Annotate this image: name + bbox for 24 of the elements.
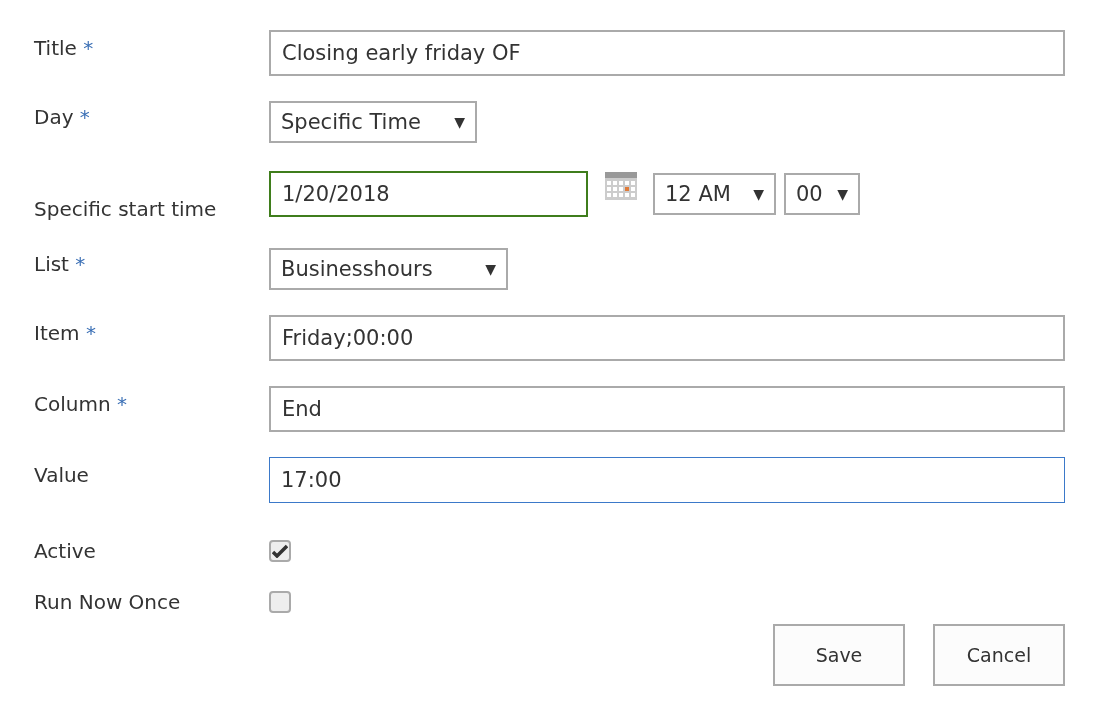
text-field[interactable]: 17:00 <box>269 457 1065 503</box>
dropdown[interactable]: Specific Time ▼ <box>269 101 477 143</box>
save-button[interactable]: Save <box>773 624 905 686</box>
minute-dropdown[interactable]: 00 ▼ <box>784 173 860 215</box>
field-label: Value <box>34 462 90 487</box>
field-label: Title * <box>34 35 95 60</box>
field-label: Run Now Once <box>34 590 182 614</box>
text-field[interactable]: End <box>269 386 1065 432</box>
hour-dropdown[interactable]: 12 AM ▼ <box>653 173 776 215</box>
checkbox[interactable] <box>269 540 291 562</box>
dropdown[interactable]: Businesshours ▼ <box>269 248 508 290</box>
calendar-icon[interactable] <box>604 171 638 201</box>
field-label: Specific start time <box>34 196 218 221</box>
date-field[interactable]: 1/20/2018 <box>269 171 588 217</box>
text-field[interactable]: Closing early friday OF <box>269 30 1065 76</box>
field-label: List * <box>34 251 87 276</box>
field-label: Active <box>34 539 97 563</box>
field-label: Day * <box>34 104 91 129</box>
field-label: Item * <box>34 320 97 345</box>
cancel-button[interactable]: Cancel <box>933 624 1065 686</box>
text-field[interactable]: Friday;00:00 <box>269 315 1065 361</box>
check-icon <box>272 544 288 558</box>
checkbox[interactable] <box>269 591 291 613</box>
field-label: Column * <box>34 391 128 416</box>
